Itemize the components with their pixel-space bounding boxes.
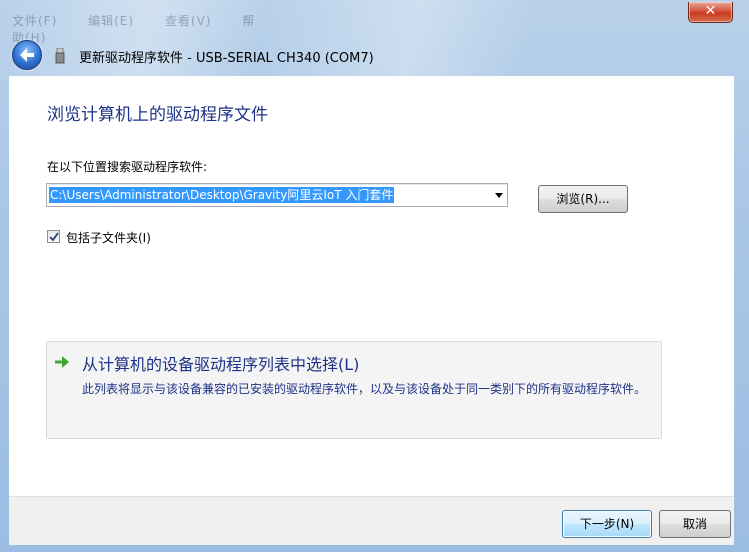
include-subfolders-checkbox[interactable]: [47, 230, 60, 243]
usb-device-icon: [55, 48, 65, 64]
checkmark-icon: [49, 232, 59, 242]
path-combobox[interactable]: C:\Users\Administrator\Desktop\Gravity阿里…: [46, 183, 508, 207]
content-panel: 浏览计算机上的驱动程序文件 在以下位置搜索驱动程序软件: C:\Users\Ad…: [9, 76, 734, 496]
close-button[interactable]: ✕: [688, 2, 733, 23]
pick-from-list-link[interactable]: 从计算机的设备驱动程序列表中选择(L) 此列表将显示与该设备兼容的已安装的驱动程…: [46, 341, 662, 439]
cancel-button[interactable]: 取消: [659, 510, 731, 538]
background-menu-item: 编辑(E): [88, 14, 135, 28]
include-subfolders-label[interactable]: 包括子文件夹(I): [66, 229, 151, 246]
pick-from-list-description: 此列表将显示与该设备兼容的已安装的驱动程序软件，以及与该设备处于同一类别下的所有…: [82, 382, 647, 396]
background-menu-item: 查看(V): [164, 14, 212, 28]
path-value[interactable]: C:\Users\Administrator\Desktop\Gravity阿里…: [49, 187, 395, 203]
dialog-footer: 下一步(N) 取消: [9, 496, 734, 545]
pick-from-list-title[interactable]: 从计算机的设备驱动程序列表中选择(L): [82, 351, 359, 375]
page-heading: 浏览计算机上的驱动程序文件: [47, 105, 268, 125]
back-arrow-icon: [20, 48, 34, 62]
browse-button[interactable]: 浏览(R)...: [538, 185, 628, 213]
next-button[interactable]: 下一步(N): [562, 510, 652, 538]
background-menu-bar: 文件(F) 编辑(E) 查看(V) 帮助(H): [12, 12, 262, 45]
window-title: 更新驱动程序软件 - USB-SERIAL CH340 (COM7): [79, 51, 374, 66]
dialog-header: 更新驱动程序软件 - USB-SERIAL CH340 (COM7): [0, 30, 749, 78]
dropdown-arrow-icon[interactable]: [495, 193, 503, 198]
back-button[interactable]: [12, 40, 42, 70]
search-location-label: 在以下位置搜索驱动程序软件:: [47, 160, 208, 174]
green-arrow-icon: [55, 356, 69, 368]
background-menu-item: 文件(F): [12, 14, 58, 28]
dialog-window: 文件(F) 编辑(E) 查看(V) 帮助(H) ✕ 更新驱动程序软件 - USB…: [0, 0, 749, 552]
